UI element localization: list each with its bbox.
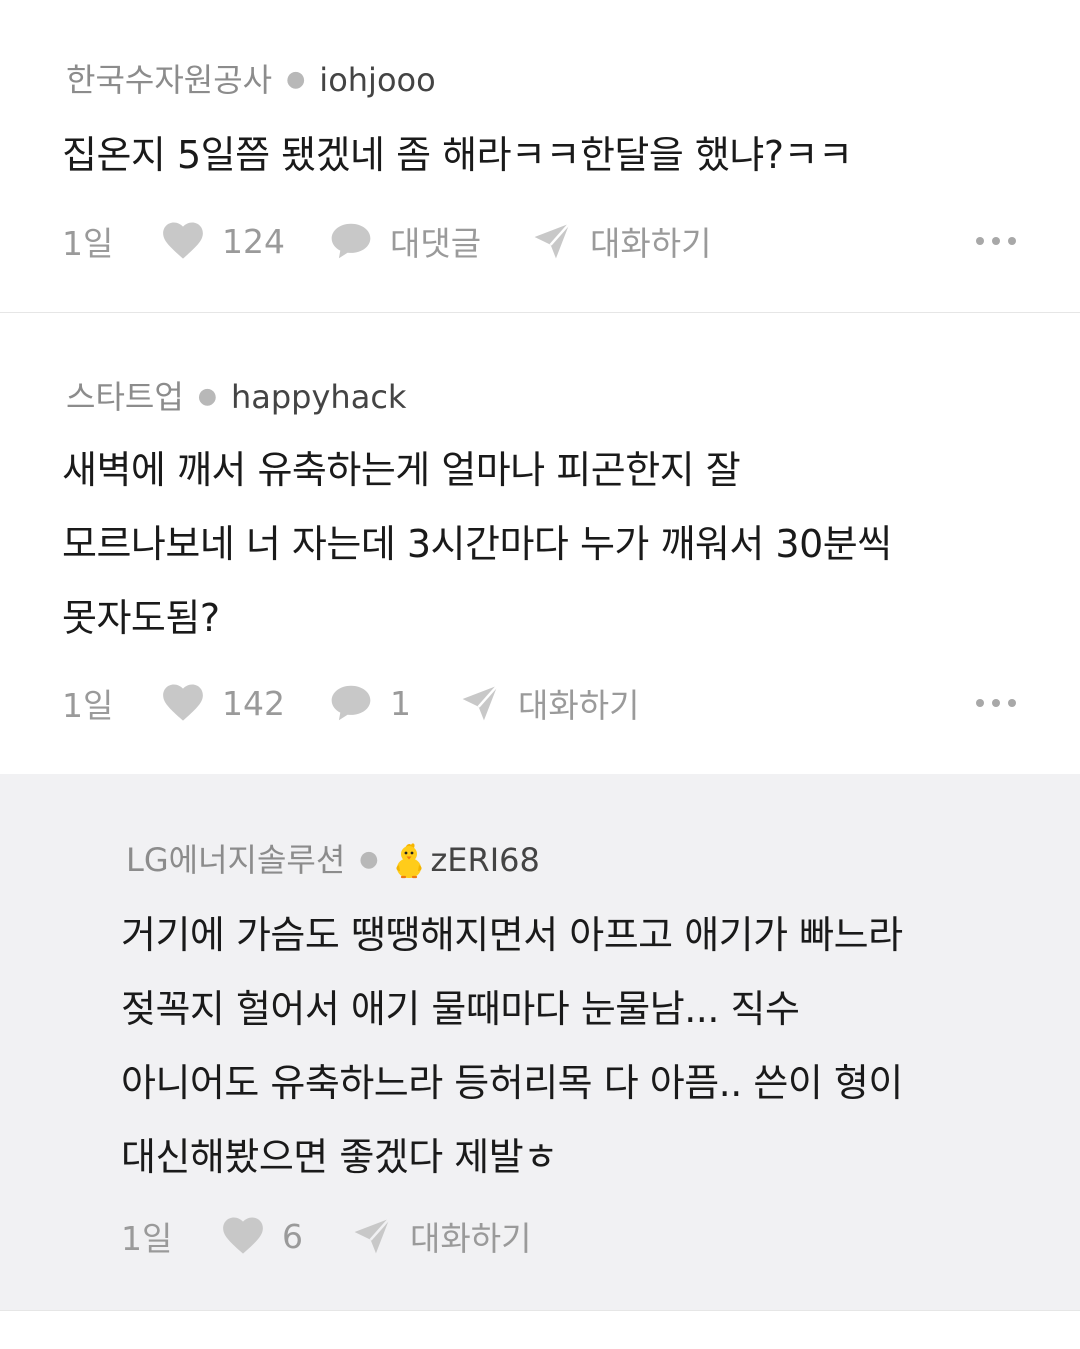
reply-button[interactable]: 대댓글 — [330, 216, 481, 266]
heart-icon — [163, 222, 203, 259]
timestamp: 1일 — [62, 216, 113, 266]
comment-actions: 1일 142 1 대화하기 — [0, 678, 1080, 728]
heart-icon — [163, 684, 203, 721]
comment-author[interactable]: 스타트업 ● happyhack — [66, 377, 406, 417]
chat-label: 대화하기 — [590, 224, 712, 263]
comment: 한국수자원공사 ● iohjooo 집온지 5일쯤 됐겠네 좀 해라ㅋㅋ한달을 … — [0, 0, 1080, 312]
separator-dot: ● — [359, 847, 379, 872]
send-icon — [354, 1217, 391, 1254]
comment-text-line: 모르나보네 너 자는데 3시간마다 누가 깨워서 30분씩 — [62, 522, 892, 566]
like-button[interactable]: 142 — [162, 678, 285, 728]
more-options-icon[interactable] — [976, 216, 1016, 266]
author-company: 한국수자원공사 — [66, 61, 273, 99]
comment-actions: 1일 124 대댓글 대화하기 — [0, 216, 1080, 266]
comment-text-line: 거기에 가슴도 땡땡해지면서 아프고 애기가 빠느라 — [121, 913, 903, 957]
comment-actions: 1일 6 대화하기 — [0, 1211, 1080, 1261]
chat-button[interactable]: 대화하기 — [532, 216, 711, 266]
reply-button[interactable]: 1 — [330, 678, 411, 728]
reply-count: 1 — [390, 683, 411, 723]
speech-bubble-icon — [331, 223, 371, 259]
chat-label: 대화하기 — [518, 686, 640, 725]
author-nickname[interactable]: zERI68 — [430, 840, 539, 880]
like-count: 124 — [222, 221, 285, 261]
author-company: LG에너지솔루션 — [126, 841, 346, 879]
comment-text: 집온지 5일쯤 됐겠네 좀 해라ㅋㅋ한달을 했냐?ㅋㅋ — [62, 118, 853, 192]
timestamp: 1일 — [121, 1211, 172, 1261]
timestamp-text: 1일 — [62, 686, 114, 725]
more-options-icon[interactable] — [976, 678, 1016, 728]
timestamp-text: 1일 — [62, 224, 114, 263]
comment-text-line: 젖꼭지 헐어서 애기 물때마다 눈물남... 직수 — [121, 987, 800, 1031]
like-button[interactable]: 6 — [222, 1211, 303, 1261]
comment-text-line: 아니어도 유축하느라 등허리목 다 아픔.. 쓴이 형이 — [121, 1061, 903, 1105]
chat-button[interactable]: 대화하기 — [460, 678, 639, 728]
author-nickname[interactable]: iohjooo — [319, 60, 435, 100]
comment-text: 거기에 가슴도 땡땡해지면서 아프고 애기가 빠느라 젖꼭지 헐어서 애기 물때… — [121, 898, 903, 1194]
comment-author[interactable]: LG에너지솔루션 ● zERI68 — [126, 840, 540, 880]
comment-text: 새벽에 깨서 유축하는게 얼마나 피곤한지 잘 모르나보네 너 자는데 3시간마… — [62, 433, 892, 655]
separator-dot: ● — [286, 67, 306, 92]
comment-text-line: 새벽에 깨서 유축하는게 얼마나 피곤한지 잘 — [62, 448, 741, 492]
chat-button[interactable]: 대화하기 — [352, 1211, 531, 1261]
author-company: 스타트업 — [66, 378, 184, 416]
send-icon — [534, 222, 571, 259]
reply-label: 대댓글 — [390, 224, 482, 263]
like-count: 142 — [222, 683, 285, 723]
comment-author[interactable]: 한국수자원공사 ● iohjooo — [66, 60, 436, 100]
comment-text-line: 대신해봤으면 좋겠다 제발ㅎ — [121, 1135, 558, 1179]
divider — [0, 1310, 1080, 1311]
timestamp: 1일 — [62, 678, 113, 728]
separator-dot: ● — [197, 384, 217, 409]
chick-icon — [396, 843, 423, 879]
comment-text-line: 집온지 5일쯤 됐겠네 좀 해라ㅋㅋ한달을 했냐?ㅋㅋ — [62, 133, 853, 177]
comment: 스타트업 ● happyhack 새벽에 깨서 유축하는게 얼마나 피곤한지 잘… — [0, 313, 1080, 774]
speech-bubble-icon — [331, 685, 371, 721]
timestamp-text: 1일 — [121, 1219, 173, 1258]
like-button[interactable]: 124 — [162, 216, 285, 266]
comment-text-line: 못자도됨? — [62, 596, 220, 640]
reply-comment: LG에너지솔루션 ● zERI68 거기에 가슴도 땡땡해지면서 아프고 애기가… — [0, 774, 1080, 1310]
heart-icon — [223, 1217, 263, 1254]
send-icon — [462, 684, 499, 721]
chat-label: 대화하기 — [410, 1219, 532, 1258]
like-count: 6 — [282, 1216, 303, 1256]
author-nickname[interactable]: happyhack — [231, 377, 406, 417]
